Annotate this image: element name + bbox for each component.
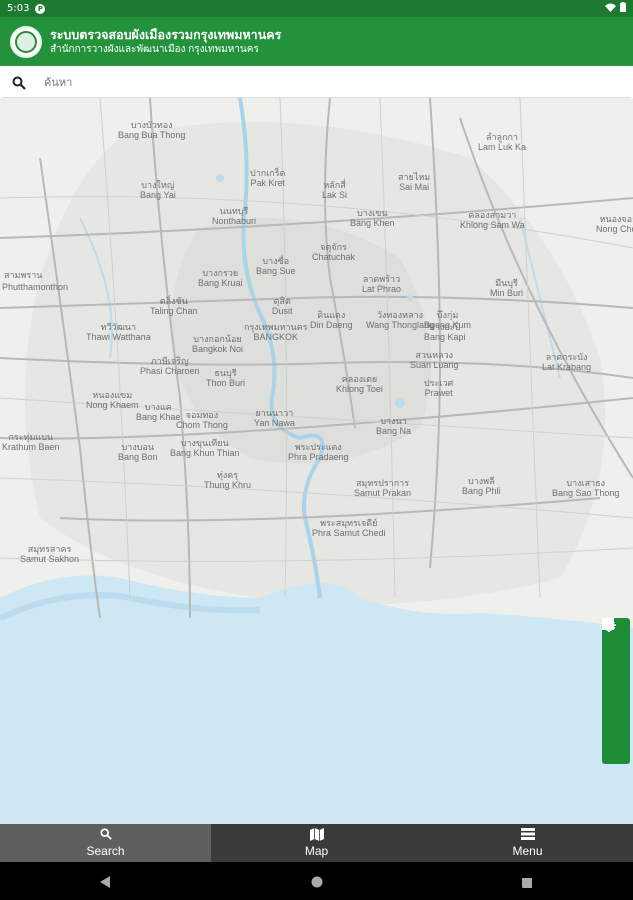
place-label: สวนหลวง Suan Luang: [410, 350, 459, 370]
place-label: ธนบุรี Thon Buri: [206, 368, 246, 388]
place-label: กระทุ่มแบน Krathum Baen: [2, 432, 60, 452]
place-label: บางนา Bang Na: [376, 416, 412, 436]
place-label: ภาษีเจริญ Phasi Charoen: [140, 356, 200, 376]
place-label: ลาดพร้าว Lat Phrao: [362, 274, 402, 294]
home-icon[interactable]: [310, 874, 324, 888]
place-label: บางใหญ่ Bang Yai: [140, 180, 176, 200]
place-label: ประเวศ Prawet: [424, 378, 454, 398]
app-badge-icon: P: [35, 3, 46, 14]
place-label: Phutthamonthon: [2, 282, 69, 292]
place-label: สายไหม Sai Mai: [398, 172, 431, 192]
map-icon: [309, 828, 324, 842]
place-label: จตุจักร Chatuchak: [312, 242, 356, 262]
place-label: ลำลูกกา Lam Luk Ka: [478, 132, 527, 152]
place-label: ดินแดง Din Daeng: [310, 310, 353, 330]
place-label: กรุงเทพมหานคร BANGKOK: [244, 322, 308, 342]
locate-icon: [602, 618, 616, 632]
wifi-icon: [605, 3, 616, 15]
basemap-button[interactable]: [602, 618, 630, 677]
clock: 5:03: [7, 3, 30, 14]
place-label: ตลิ่งชัน Taling Chan: [150, 296, 198, 316]
back-icon[interactable]: [99, 874, 113, 888]
search-input[interactable]: [44, 76, 604, 89]
place-label: บางบอน Bang Bon: [118, 442, 158, 462]
nav-menu[interactable]: Menu: [422, 824, 633, 862]
place-label: บางกรวย Bang Kruai: [198, 268, 243, 288]
place-label: สามพราน: [4, 270, 43, 280]
locate-button[interactable]: [602, 618, 630, 761]
place-label: ทุ่งครุ Thung Khru: [204, 470, 252, 490]
place-label: คลองสามวา Khlong Sam Wa: [460, 210, 525, 230]
search-icon[interactable]: [12, 75, 28, 91]
status-bar: 5:03 P: [0, 0, 633, 17]
zoom-out-button[interactable]: [602, 623, 630, 733]
place-label: บางขุนเทียน Bang Khun Thian: [170, 438, 240, 458]
place-label: บางเสาธง Bang Sao Thong: [552, 478, 620, 498]
recents-icon[interactable]: [521, 874, 535, 888]
place-label: พระประแดง Phra Pradaeng: [288, 442, 349, 462]
place-label: ลาดกระบัง Lat Krabang: [542, 352, 592, 372]
system-nav-bar: [0, 862, 633, 900]
nav-search[interactable]: Search: [0, 824, 211, 862]
place-label: หนองแขม Nong Khaem: [86, 390, 139, 410]
app-header: ระบบตรวจสอบผังเมืองรวมกรุงเทพมหานคร สำนั…: [0, 17, 633, 66]
place-label: บางเขน Bang Khen: [350, 208, 395, 228]
place-label: นนทบุรี Nonthaburi: [212, 206, 257, 226]
menu-icon: [520, 828, 535, 842]
place-label: บางซื่อ Bang Sue: [256, 256, 296, 276]
place-label: คลองเตย Khlong Toei: [336, 374, 383, 394]
place-label: บางแค Bang Khae: [136, 402, 181, 422]
nav-search-label: Search: [86, 844, 125, 858]
nav-map-label: Map: [304, 844, 329, 858]
place-label: ยานนาวา Yan Nawa: [254, 408, 295, 428]
zoom-in-button[interactable]: [602, 618, 630, 705]
nav-menu-label: Menu: [512, 844, 543, 858]
status-icons: [605, 2, 626, 15]
place-label: บางกอกน้อย Bangkok Noi: [192, 334, 244, 354]
place-label: ดุสิต Dusit: [272, 296, 293, 316]
place-label: จอมทอง Chom Thong: [176, 410, 228, 430]
search-icon: [99, 828, 112, 842]
place-label: หลักสี่ Lak Si: [322, 180, 348, 200]
nav-map[interactable]: Map: [211, 824, 422, 862]
map-view[interactable]: บางบัวทอง Bang Bua Thong ปากเกร็ด Pak Kret…: [0, 98, 633, 824]
app-subtitle: สำนักการวางผังและพัฒนาเมือง กรุงเทพมหานค…: [50, 43, 259, 55]
place-label: บางบัวทอง Bang Bua Thong: [118, 120, 186, 140]
place-label: มีนบุรี Min Buri: [490, 278, 524, 298]
app-title: ระบบตรวจสอบผังเมืองรวมกรุงเทพมหานคร: [50, 27, 282, 42]
place-label: สมุทรสาคร Samut Sakhon: [20, 544, 80, 564]
bottom-nav: Search Map Menu: [0, 824, 633, 862]
place-label: ปากเกร็ด Pak Kret: [250, 168, 286, 188]
place-label: หนองจอกNong Chok: [596, 214, 633, 234]
place-label: บางพลี Bang Phli: [462, 476, 501, 496]
place-label: บางกะปิ Bang Kapi: [424, 322, 466, 342]
place-label: ทวีวัฒนา Thawi Watthana: [86, 322, 151, 342]
map-toolbar: [602, 618, 630, 764]
place-label: สมุทรปราการ Samut Prakan: [354, 478, 412, 498]
battery-icon: [620, 2, 626, 15]
place-label: พระสมุทรเจดีย์ Phra Samut Chedi: [312, 518, 386, 538]
bma-logo: [10, 25, 42, 58]
search-bar: [2, 68, 631, 98]
